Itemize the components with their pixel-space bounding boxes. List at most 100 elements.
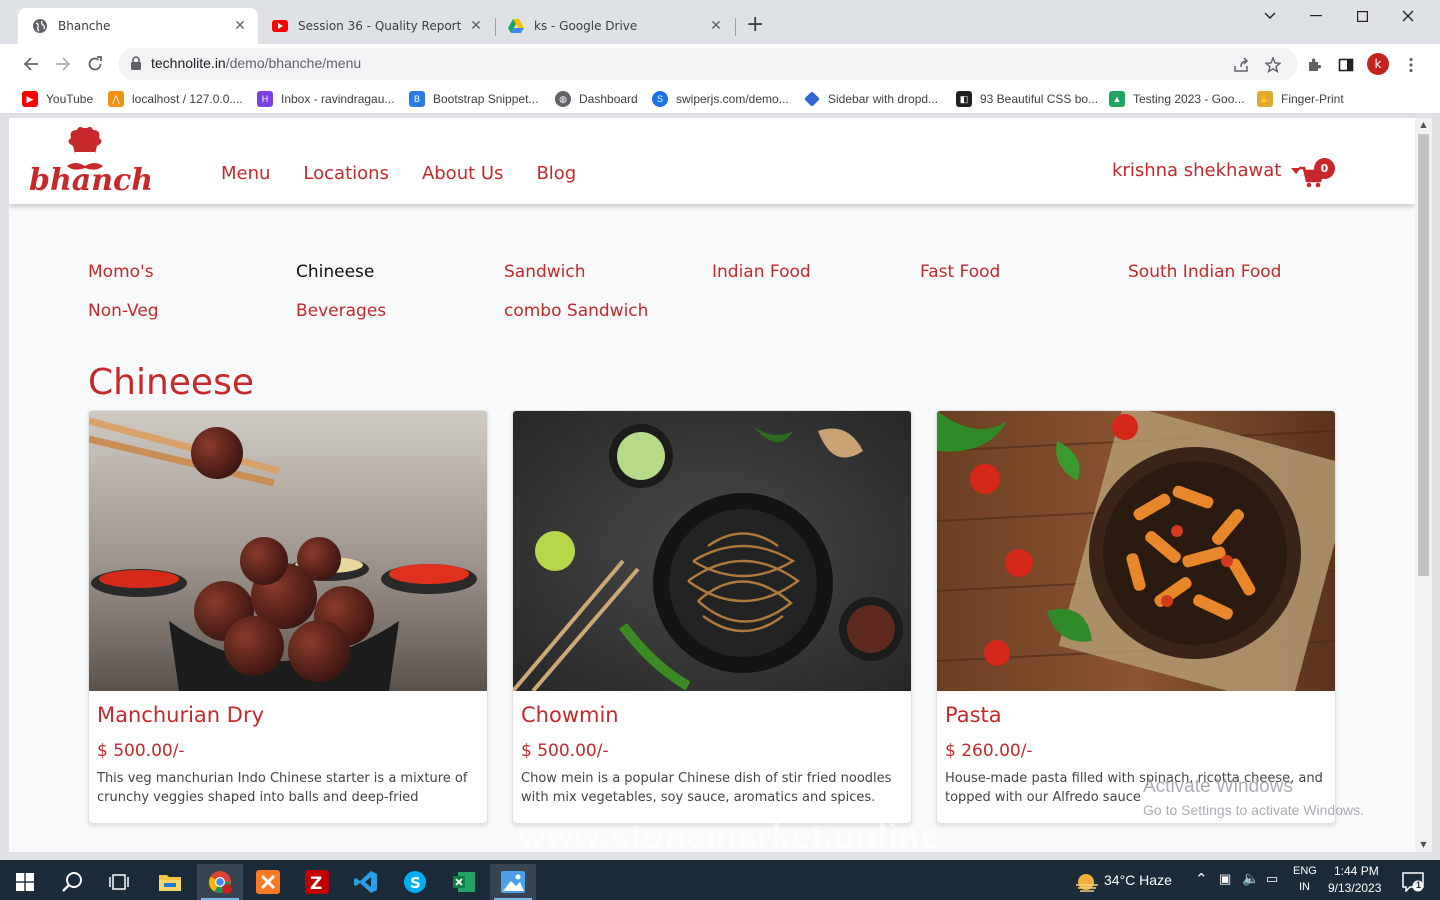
scrollbar-thumb[interactable] [1418,134,1429,576]
menu-item-card[interactable]: Pasta $ 260.00/- House-made pasta filled… [936,410,1336,824]
category-beverages[interactable]: Beverages [296,301,386,321]
search-icon[interactable] [49,864,95,900]
nav-about-us[interactable]: About Us [422,163,504,184]
drive-icon: ▲ [1109,91,1125,107]
page-scrollbar[interactable]: ▲ ▼ [1415,118,1432,852]
menu-item-card[interactable]: Chowmin $ 500.00/- Chow mein is a popula… [512,410,912,824]
item-price: $ 500.00/- [97,741,185,761]
file-explorer-icon[interactable] [147,864,193,900]
clock-time[interactable]: 1:44 PM [1334,864,1379,878]
youtube-icon [272,18,288,34]
tab-google-drive[interactable]: ks - Google Drive ✕ [494,8,734,44]
bookmarks-bar: ▶ YouTube ⋀ localhost / 127.0.0.... H Inbox… [0,84,1440,114]
item-price: $ 500.00/- [521,741,609,761]
swiper-icon: S [652,91,668,107]
scroll-down-icon[interactable]: ▼ [1415,838,1432,852]
kebab-menu-icon[interactable] [1400,54,1422,76]
svg-text:Z: Z [310,874,322,894]
windows-start-icon[interactable] [2,864,48,900]
youtube-icon: ▶ [22,91,38,107]
share-icon[interactable] [1232,56,1250,74]
menu-item-card[interactable]: Manchurian Dry $ 500.00/- This veg manch… [88,410,488,824]
fingerprint-icon: ✋ [1257,91,1273,107]
maximize-icon[interactable] [1339,4,1385,28]
language-region[interactable]: IN [1299,881,1310,893]
notification-icon[interactable]: 1 [1390,864,1436,900]
nav-blog[interactable]: Blog [536,163,576,184]
filezilla-icon[interactable]: Z [294,864,340,900]
section-title: Chineese [88,362,254,403]
chevron-up-icon[interactable]: ⌃ [1195,870,1208,888]
lock-icon[interactable] [130,56,144,72]
manchurian-image [89,411,487,691]
minimize-icon[interactable] [1293,4,1339,28]
display-icon[interactable]: ▭ [1266,871,1278,887]
notification-count: 1 [1416,880,1422,890]
profile-avatar[interactable]: k [1367,53,1389,75]
weather-text[interactable]: 34°C Haze [1104,872,1172,888]
category-indian-food[interactable]: Indian Food [712,262,811,282]
close-tab-icon[interactable]: ✕ [232,18,248,34]
item-name[interactable]: Chowmin [521,703,619,727]
close-tab-icon[interactable]: ✕ [708,18,724,34]
bookmark-fingerprint[interactable]: ✋ Finger-Print [1257,91,1344,107]
url-text[interactable]: technolite.in/demo/bhanche/menu [151,55,361,71]
bookmark-sidebar[interactable]: Sidebar with dropd... [804,91,938,107]
category-non-veg[interactable]: Non-Veg [88,301,159,321]
back-icon[interactable] [19,52,43,76]
url-path: /demo/bhanche/menu [225,55,362,71]
bookmark-star-icon[interactable] [1264,56,1282,74]
reload-icon[interactable] [83,52,107,76]
bookmark-swiper[interactable]: Sswiperjs.com/demo... [652,91,789,107]
category-chineese[interactable]: Chineese [296,262,374,282]
tab-session-report[interactable]: Session 36 - Quality Report - India ✕ [258,8,494,44]
photos-icon[interactable] [490,864,536,900]
category-south-indian-food[interactable]: South Indian Food [1128,262,1281,282]
extensions-icon[interactable] [1303,54,1325,76]
skype-icon[interactable]: S [392,864,438,900]
item-name[interactable]: Manchurian Dry [97,703,264,727]
clock-date[interactable]: 9/13/2023 [1328,881,1381,895]
excel-icon[interactable] [441,864,487,900]
bookmark-testing[interactable]: ▲ Testing 2023 - Goo... [1109,91,1244,107]
side-panel-icon[interactable] [1335,54,1357,76]
xampp-icon[interactable] [245,864,291,900]
site-header: bhanche Menu Locations About Us Blog kri… [9,118,1415,204]
forward-icon[interactable] [51,52,75,76]
category-fast-food[interactable]: Fast Food [920,262,1000,282]
address-bar[interactable]: technolite.in/demo/bhanche/menu [118,48,1298,80]
windows-taskbar: Z S 34°C Haze ⌃ ▣ 🔈 ▭ ENG IN 1:44 PM 9/1… [0,860,1440,900]
close-tab-icon[interactable]: ✕ [468,18,484,34]
bookmark-css-borders[interactable]: ◧ 93 Beautiful CSS bo... [956,91,1098,107]
diamond-icon [804,91,820,107]
tab-bhanche[interactable]: Bhanche ✕ [18,8,258,44]
nav-locations[interactable]: Locations [303,163,389,184]
category-combo-sandwich[interactable]: combo Sandwich [504,301,648,321]
bookmark-dashboard[interactable]: ◍ Dashboard [555,91,638,107]
chrome-icon[interactable] [197,864,243,900]
bhanche-logo[interactable]: bhanche [29,126,172,198]
tab-search-icon[interactable] [1247,4,1293,28]
close-window-icon[interactable] [1385,4,1431,28]
bookmark-bootstrap[interactable]: B Bootstrap Snippet... [409,91,538,107]
tab-title: ks - Google Drive [534,19,638,33]
bookmark-localhost[interactable]: ⋀ localhost / 127.0.0.... [108,91,243,107]
category-sandwich[interactable]: Sandwich [504,262,586,282]
volume-icon[interactable]: 🔈 [1242,870,1259,887]
task-view-icon[interactable] [96,864,142,900]
item-name[interactable]: Pasta [945,703,1002,727]
scroll-up-icon[interactable]: ▲ [1415,118,1432,132]
nav-menu[interactable]: Menu [221,163,270,184]
bookmark-inbox[interactable]: H Inbox - ravindragau... [257,91,394,107]
network-icon[interactable]: ▣ [1219,871,1231,887]
item-description: Chow mein is a popular Chinese dish of s… [521,771,892,805]
logo-wordmark: bhanche [29,163,151,198]
globe-icon [32,18,48,34]
new-tab-button[interactable]: + [746,14,764,36]
bookmark-youtube[interactable]: ▶ YouTube [22,91,93,107]
language-code[interactable]: ENG [1293,865,1317,877]
user-dropdown[interactable]: krishna shekhawat [1112,160,1302,181]
vscode-icon[interactable] [343,864,389,900]
tab-strip: Bhanche ✕ Session 36 - Quality Report - … [0,0,1440,44]
category-momos[interactable]: Momo's [88,262,154,282]
